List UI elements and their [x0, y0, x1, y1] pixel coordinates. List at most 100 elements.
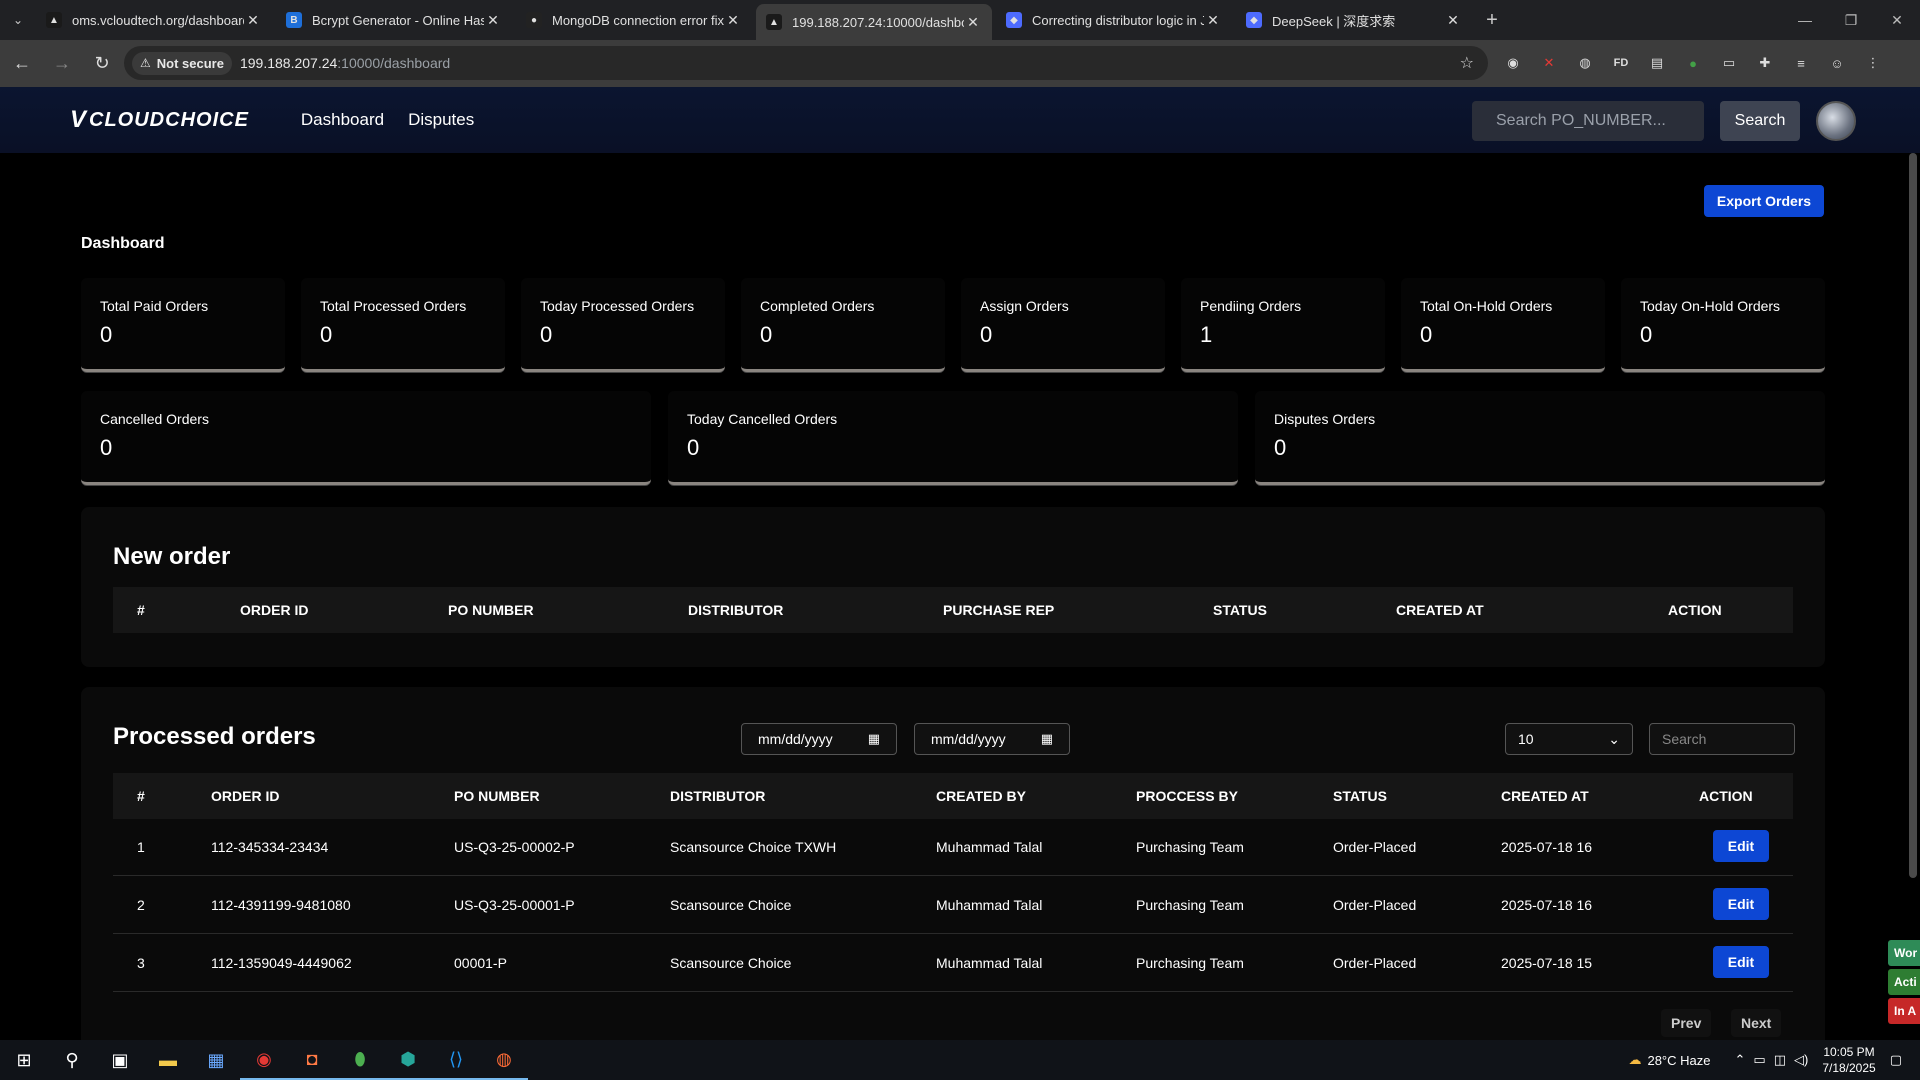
scrollbar-thumb[interactable]: [1909, 153, 1917, 878]
tab-search-icon[interactable]: ⌄: [0, 0, 36, 40]
logo[interactable]: V CLOUDCHOICE: [70, 106, 249, 134]
nav-link-disputes[interactable]: Disputes: [408, 110, 474, 130]
stat-card: Completed Orders 0: [741, 278, 945, 372]
stat-card: Today Processed Orders 0: [521, 278, 725, 372]
calendar-icon[interactable]: ▦: [868, 731, 880, 747]
omnibox[interactable]: ⚠ Not secure 199.188.207.24:10000/dashbo…: [124, 46, 1488, 80]
export-orders-button[interactable]: Export Orders: [1704, 185, 1824, 217]
zoom-app-icon[interactable]: ◘: [288, 1040, 336, 1080]
extension-icon[interactable]: ▤: [1644, 48, 1670, 78]
network-icon[interactable]: ◫: [1774, 1052, 1786, 1068]
stat-card: Today Cancelled Orders 0: [668, 391, 1238, 485]
stat-value: 0: [320, 322, 333, 347]
table-search-input[interactable]: [1649, 723, 1795, 755]
postman-icon[interactable]: ◍: [480, 1040, 528, 1080]
tab-favicon-icon: ●: [526, 12, 542, 28]
mongodb-compass-icon[interactable]: ⬮: [336, 1040, 384, 1080]
next-button[interactable]: Next: [1731, 1009, 1782, 1037]
store-icon[interactable]: ▦: [192, 1040, 240, 1080]
calendar-icon[interactable]: ▦: [1041, 731, 1053, 747]
page-size-select[interactable]: 10 ⌄: [1505, 723, 1633, 755]
browser-tab[interactable]: B Bcrypt Generator - Online Hash ✕: [276, 4, 512, 36]
forward-icon[interactable]: →: [44, 46, 80, 82]
app-page: V CLOUDCHOICE Dashboard Disputes Search …: [0, 87, 1920, 1040]
app-icon[interactable]: ⬢: [384, 1040, 432, 1080]
date-from-input[interactable]: mm/dd/yyyy ▦: [741, 723, 897, 755]
browser-tab[interactable]: ● MongoDB connection error fix ✕: [516, 4, 752, 36]
column-header: CREATED BY: [936, 788, 1026, 804]
edit-button[interactable]: Edit: [1713, 946, 1769, 978]
date-to-placeholder: mm/dd/yyyy: [931, 731, 1006, 747]
notification-icon[interactable]: ▢: [1890, 1052, 1902, 1068]
task-view-icon[interactable]: ▣: [96, 1040, 144, 1080]
browser-tab[interactable]: ◆ DeepSeek | 深度求索 ✕: [1236, 4, 1472, 36]
restore-icon[interactable]: ❐: [1828, 0, 1874, 40]
stat-value: 0: [687, 435, 700, 460]
tab-close-icon[interactable]: ✕: [724, 12, 742, 29]
nav-link-dashboard[interactable]: Dashboard: [301, 110, 384, 130]
weather-icon[interactable]: ☁: [1628, 1052, 1641, 1068]
tab-close-icon[interactable]: ✕: [484, 12, 502, 29]
extension-fd-icon[interactable]: FD: [1608, 48, 1634, 78]
avatar[interactable]: [1816, 101, 1856, 141]
side-status-tag[interactable]: In A: [1888, 998, 1920, 1024]
new-tab-button[interactable]: +: [1476, 4, 1508, 36]
minimize-icon[interactable]: —: [1782, 0, 1828, 40]
back-icon[interactable]: ←: [4, 46, 40, 82]
search-button[interactable]: Search: [1720, 101, 1800, 141]
clock[interactable]: 10:05 PM 7/18/2025: [1822, 1044, 1875, 1076]
processed-orders-panel: Processed orders mm/dd/yyyy ▦ mm/dd/yyyy…: [81, 687, 1825, 1040]
tab-title: Correcting distributor logic in J: [1032, 12, 1204, 28]
stat-card: Pendiing Orders 1: [1181, 278, 1385, 372]
table-cell-order-id: 112-1359049-4449062: [211, 955, 352, 971]
extension-close-icon[interactable]: ✕: [1536, 48, 1562, 78]
extension-icon[interactable]: ◉: [1500, 48, 1526, 78]
vscode-icon[interactable]: ⟨⟩: [432, 1040, 480, 1080]
page-scrollbar[interactable]: [1906, 153, 1920, 1040]
extension-icon[interactable]: ▭: [1716, 48, 1742, 78]
tab-favicon-icon: ▲: [46, 12, 62, 28]
url-text[interactable]: 199.188.207.24:10000/dashboard: [240, 55, 450, 71]
globe-icon[interactable]: ◍: [1572, 48, 1598, 78]
extensions-area: ◉ ✕ ◍ FD ▤ ● ▭ ✚ ≡ ☺ ⋮: [1500, 48, 1886, 78]
side-status-tag[interactable]: Wor: [1888, 940, 1920, 966]
battery-icon[interactable]: ▭: [1753, 1052, 1765, 1068]
extensions-puzzle-icon[interactable]: ✚: [1752, 48, 1778, 78]
po-search-input[interactable]: [1472, 101, 1704, 141]
search-icon[interactable]: ⚲: [48, 1040, 96, 1080]
reload-icon[interactable]: ↻: [84, 46, 120, 82]
volume-icon[interactable]: ◁): [1794, 1052, 1808, 1068]
stat-value: 0: [760, 322, 773, 347]
menu-kebab-icon[interactable]: ⋮: [1860, 48, 1886, 78]
edit-button[interactable]: Edit: [1713, 830, 1769, 862]
prev-button[interactable]: Prev: [1661, 1009, 1712, 1037]
tab-close-icon[interactable]: ✕: [1204, 12, 1222, 29]
extension-icon[interactable]: ●: [1680, 48, 1706, 78]
stat-label: Pendiing Orders: [1200, 298, 1302, 314]
profile-icon[interactable]: ☺: [1824, 48, 1850, 78]
file-explorer-icon[interactable]: ▬: [144, 1040, 192, 1080]
windows-start-icon[interactable]: ⊞: [0, 1040, 48, 1080]
bookmark-star-icon[interactable]: ☆: [1460, 53, 1474, 73]
stat-value: 0: [540, 322, 553, 347]
tab-close-icon[interactable]: ✕: [964, 14, 982, 31]
weather-text[interactable]: 28°C Haze: [1647, 1053, 1710, 1068]
column-header: DISTRIBUTOR: [670, 788, 766, 804]
media-icon[interactable]: ≡: [1788, 48, 1814, 78]
browser-tab[interactable]: ◆ Correcting distributor logic in J ✕: [996, 4, 1232, 36]
column-header: #: [137, 788, 145, 804]
chevron-up-icon[interactable]: ⌃: [1734, 1052, 1745, 1068]
browser-tab[interactable]: ▲ 199.188.207.24:10000/dashboard✕: [756, 4, 992, 40]
close-window-icon[interactable]: ✕: [1874, 0, 1920, 40]
side-status-tag[interactable]: Acti: [1888, 969, 1920, 995]
edit-button[interactable]: Edit: [1713, 888, 1769, 920]
tab-close-icon[interactable]: ✕: [244, 12, 262, 29]
tab-close-icon[interactable]: ✕: [1444, 12, 1462, 29]
security-label: Not secure: [156, 55, 224, 71]
date-to-input[interactable]: mm/dd/yyyy ▦: [914, 723, 1070, 755]
column-header: DISTRIBUTOR: [688, 602, 784, 618]
security-indicator[interactable]: ⚠ Not secure: [132, 51, 232, 75]
chrome-icon[interactable]: ◉: [240, 1040, 288, 1080]
browser-tab[interactable]: ▲ oms.vcloudtech.org/dashboard ✕: [36, 4, 272, 36]
new-order-title: New order: [113, 543, 231, 570]
